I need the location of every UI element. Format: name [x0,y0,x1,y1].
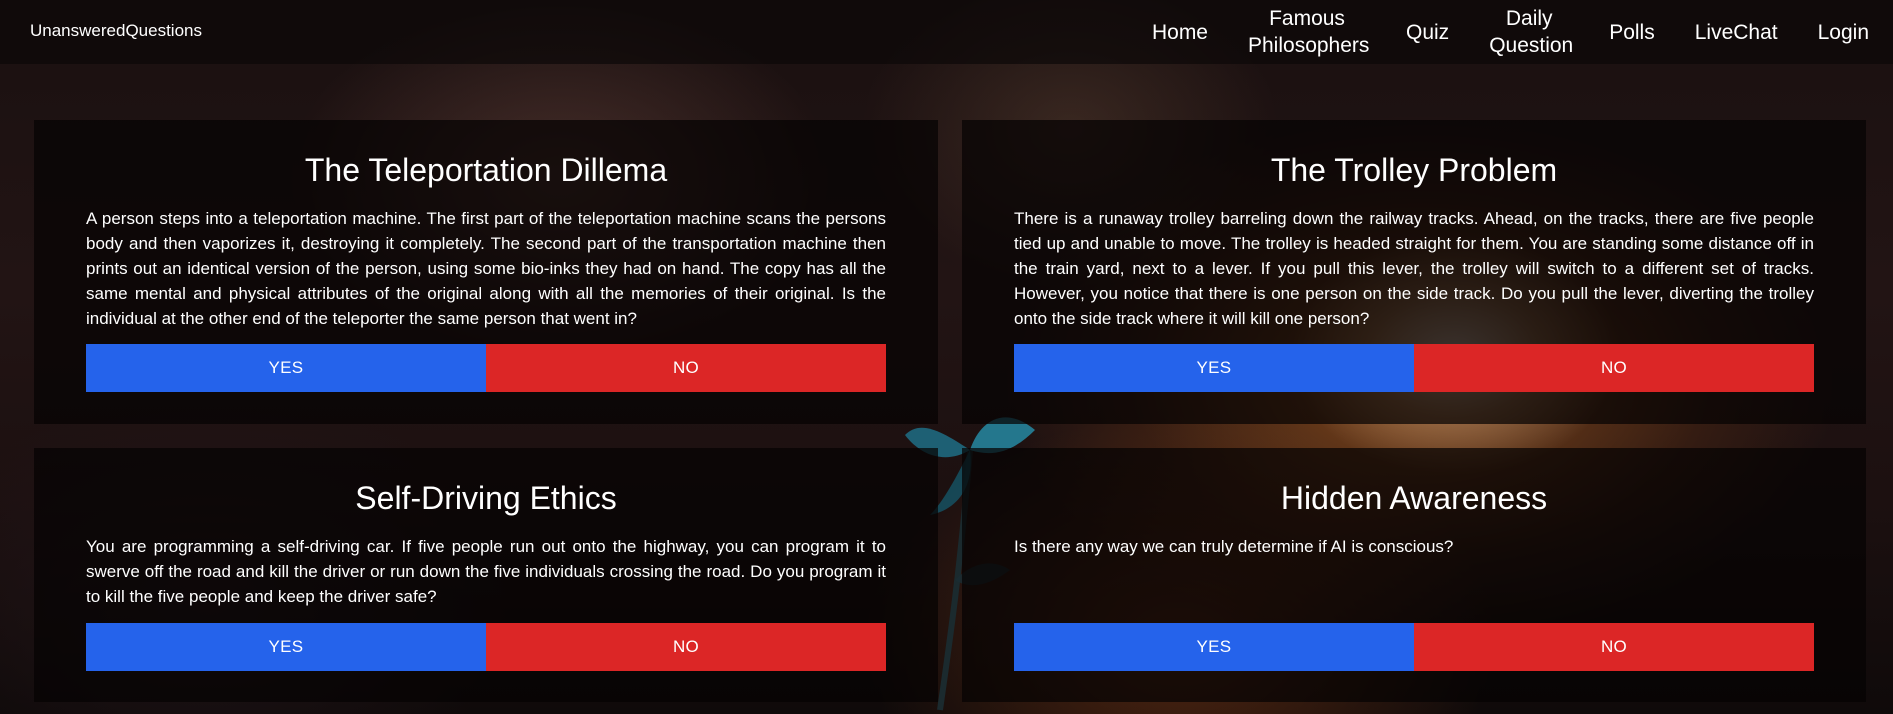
no-button[interactable]: NO [1414,623,1814,671]
vote-buttons: YES NO [86,623,886,671]
poll-question: You are programming a self-driving car. … [86,537,886,606]
yes-button[interactable]: YES [86,344,486,392]
nav-home[interactable]: Home [1132,19,1228,46]
poll-question: A person steps into a teleportation mach… [86,209,886,328]
poll-card-self-driving: Self-Driving Ethics You are programming … [34,448,938,702]
poll-title: The Trolley Problem [1270,152,1558,188]
poll-card-hidden-awareness: Hidden Awareness Is there any way we can… [962,448,1866,702]
nav-livechat[interactable]: LiveChat [1675,19,1798,46]
vote-buttons: YES NO [1014,344,1814,392]
no-button[interactable]: NO [1414,344,1814,392]
nav-quiz[interactable]: Quiz [1386,19,1469,46]
poll-question: There is a runaway trolley barreling dow… [1014,209,1814,328]
nav-daily-question[interactable]: Daily Question [1469,5,1589,59]
vote-buttons: YES NO [86,344,886,392]
yes-button[interactable]: YES [1014,344,1414,392]
yes-button[interactable]: YES [1014,623,1414,671]
nav-links: Home Famous Philosophers Quiz Daily Questi… [1132,0,1893,64]
vote-buttons: YES NO [1014,623,1814,671]
no-button[interactable]: NO [486,623,886,671]
nav-login[interactable]: Login [1798,19,1893,46]
poll-title: Hidden Awareness [1280,480,1548,516]
yes-button[interactable]: YES [86,623,486,671]
poll-card-trolley: The Trolley Problem There is a runaway t… [962,120,1866,424]
poll-title: The Teleportation Dillema [304,152,668,188]
nav-polls[interactable]: Polls [1589,19,1675,46]
poll-title: Self-Driving Ethics [355,480,617,516]
nav-famous-philosophers[interactable]: Famous Philosophers [1228,5,1386,59]
polls-grid: The Teleportation Dillema A person steps… [34,120,1866,702]
brand-logo[interactable]: UnansweredQuestions [30,20,202,42]
poll-question: Is there any way we can truly determine … [1014,537,1454,556]
poll-card-teleportation: The Teleportation Dillema A person steps… [34,120,938,424]
navbar: UnansweredQuestions Home Famous Philosoph… [0,0,1893,64]
no-button[interactable]: NO [486,344,886,392]
